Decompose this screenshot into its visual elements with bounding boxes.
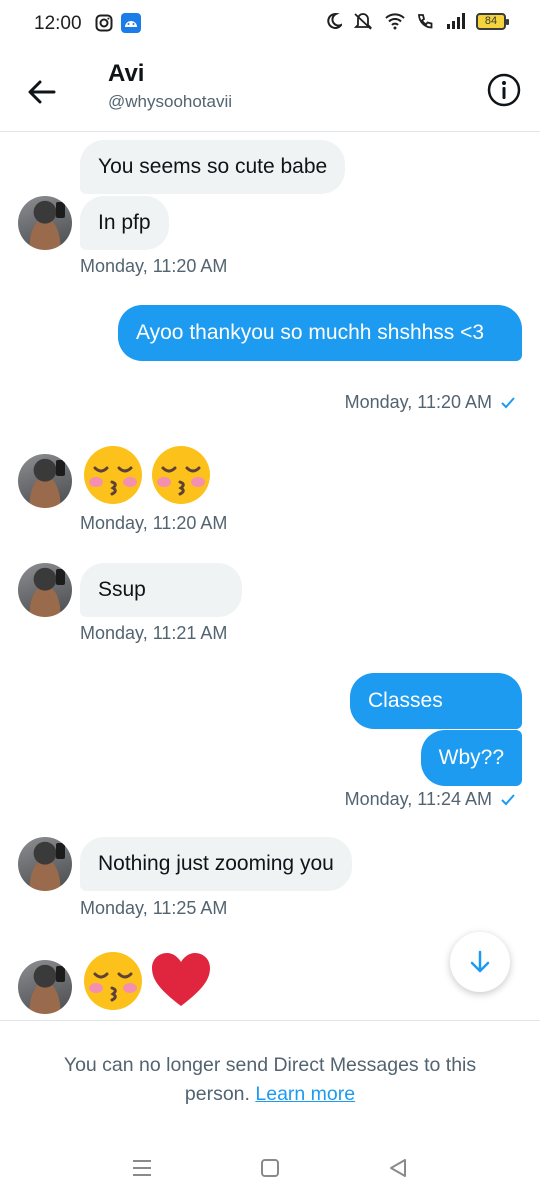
outgoing-message[interactable]: Wby?? xyxy=(420,730,522,786)
sent-check-icon xyxy=(501,793,515,805)
learn-more-link[interactable]: Learn more xyxy=(255,1083,355,1105)
wifi-call-icon xyxy=(418,14,433,29)
wifi-icon xyxy=(385,13,405,30)
notice-text: You can no longer send Direct Messages t… xyxy=(40,1051,500,1109)
scroll-to-bottom-button[interactable] xyxy=(450,932,510,992)
battery-indicator: 84 xyxy=(476,12,509,30)
red-heart-emoji-icon[interactable] xyxy=(150,950,212,1012)
mute-icon xyxy=(353,13,373,30)
avatar[interactable] xyxy=(18,960,72,1014)
moon-icon xyxy=(327,12,342,29)
message-timestamp: Monday, 11:20 AM xyxy=(80,513,228,533)
status-bar: 12:00 84 xyxy=(0,0,540,48)
avatar[interactable] xyxy=(18,563,72,617)
conversation-header: Avi @whysoohotavii xyxy=(0,48,540,132)
message-timestamp: Monday, 11:20 AM xyxy=(344,392,492,412)
incoming-message[interactable]: You seems so cute babe xyxy=(80,140,346,194)
avatar[interactable] xyxy=(18,837,72,891)
status-time: 12:00 xyxy=(34,13,82,34)
android-icon xyxy=(121,13,141,33)
sent-check-icon xyxy=(501,396,515,408)
signal-icon xyxy=(447,13,465,29)
dm-disabled-notice: You can no longer send Direct Messages t… xyxy=(0,1020,540,1140)
outgoing-message[interactable]: Classes xyxy=(350,673,522,729)
message-timestamp-row: Monday, 11:20 AM xyxy=(345,392,516,413)
avatar[interactable] xyxy=(18,196,72,250)
outgoing-message[interactable]: Ayoo thankyou so muchh shshhss <3 xyxy=(118,305,522,361)
message-timestamp: Monday, 11:24 AM xyxy=(344,789,492,809)
back-triangle-icon[interactable] xyxy=(386,1156,410,1180)
status-right-icons: 84 xyxy=(326,12,509,30)
kissing-face-emoji-icon[interactable] xyxy=(82,950,144,1012)
arrow-down-icon xyxy=(470,950,490,973)
contact-handle[interactable]: @whysoohotavii xyxy=(108,92,232,112)
incoming-message[interactable]: Ssup xyxy=(80,563,242,617)
system-navigation-bar xyxy=(0,1140,540,1200)
instagram-icon xyxy=(95,14,113,32)
message-timestamp: Monday, 11:25 AM xyxy=(80,898,228,918)
menu-icon[interactable] xyxy=(130,1156,154,1180)
incoming-message[interactable]: Nothing just zooming you xyxy=(80,837,352,891)
message-timestamp: Monday, 11:20 AM xyxy=(80,256,228,276)
avatar[interactable] xyxy=(18,454,72,508)
kissing-face-emoji-icon[interactable] xyxy=(82,444,144,506)
message-timestamp: Monday, 11:21 AM xyxy=(80,623,228,643)
message-list[interactable]: You seems so cute babe In pfp Monday, 11… xyxy=(0,132,540,1020)
info-icon[interactable] xyxy=(486,72,522,108)
message-timestamp-row: Monday, 11:24 AM xyxy=(345,789,516,810)
incoming-message[interactable]: In pfp xyxy=(80,196,169,250)
kissing-face-emoji-icon[interactable] xyxy=(150,444,212,506)
contact-name[interactable]: Avi xyxy=(108,60,144,88)
home-square-icon[interactable] xyxy=(258,1156,282,1180)
back-arrow-icon[interactable] xyxy=(22,72,62,112)
status-left-icons xyxy=(95,13,141,33)
